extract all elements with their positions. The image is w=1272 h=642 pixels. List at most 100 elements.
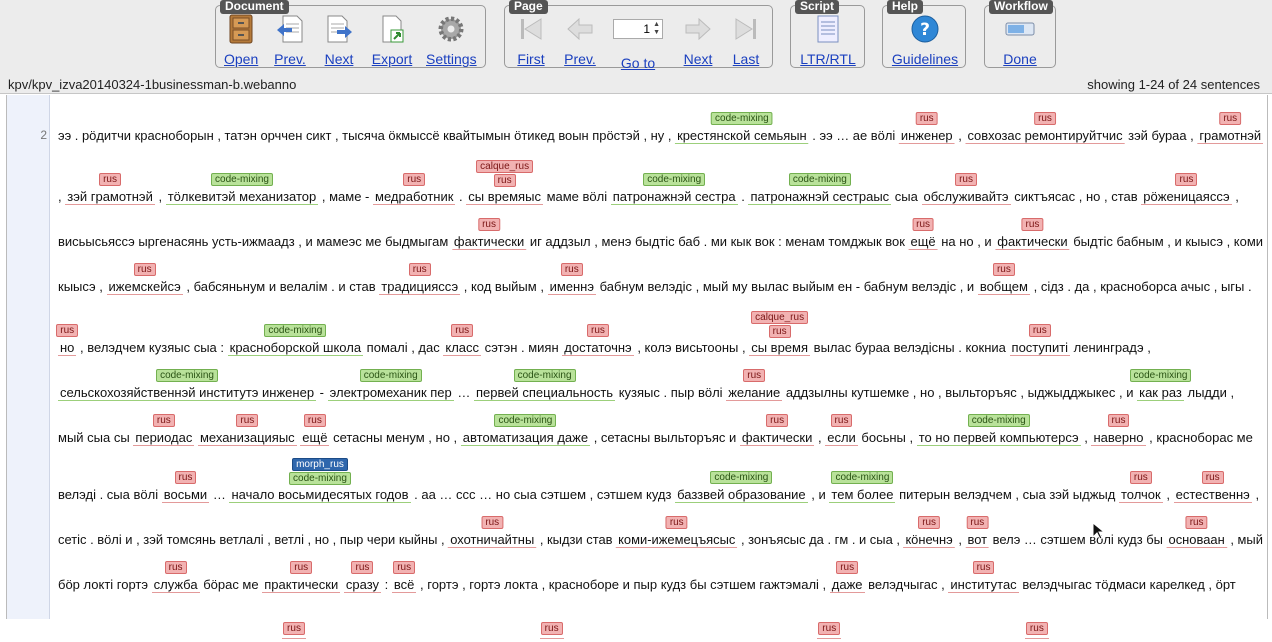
- code-mixing-label[interactable]: code-mixing: [359, 369, 422, 382]
- sentence-line[interactable]: велэдi . сыа вӧлі восьми rus … начало вос…: [58, 458, 1259, 503]
- token-text[interactable]: , мый: [1230, 532, 1263, 547]
- annotated-span[interactable]: патронажнэй сестра code-mixing: [610, 173, 738, 205]
- rus-label[interactable]: rus: [972, 561, 995, 574]
- rus-label[interactable]: rus: [560, 263, 583, 276]
- annotated-span[interactable]: сы времяыс calque_rus rus: [466, 160, 543, 205]
- annotated-span[interactable]: если rus: [825, 414, 858, 446]
- annotated-span[interactable]: поступиті rus: [1009, 324, 1071, 356]
- annotated-span[interactable]: ещё rus: [300, 414, 330, 446]
- annotated-span[interactable]: толчок rus: [1118, 471, 1163, 503]
- annotated-span[interactable]: ижемскейсэ rus: [106, 263, 183, 295]
- rus-label[interactable]: rus: [912, 218, 934, 231]
- rus-label[interactable]: rus: [1129, 471, 1152, 484]
- annotated-span[interactable]: основаан rus: [1166, 516, 1227, 548]
- token-text[interactable]: сыа: [895, 189, 918, 204]
- annotated-span[interactable]: зэй грамотнэй rus: [65, 173, 155, 205]
- token-text[interactable]: , зонъясыс да . гм . и сыа ,: [741, 532, 900, 547]
- token-text[interactable]: , кыдзи став: [540, 532, 613, 547]
- rus-label[interactable]: rus: [836, 561, 859, 574]
- rus-label[interactable]: rus: [1028, 324, 1051, 337]
- token-text[interactable]: ,: [1255, 487, 1259, 502]
- sentence-line[interactable]: сельскохозяйственнэй институтэ инженер co…: [58, 369, 1235, 401]
- token-text[interactable]: ээ . рӧдитчи красноборын , татэн орччен …: [58, 128, 671, 143]
- token-text[interactable]: лыдди ,: [1188, 385, 1235, 400]
- annotated-span[interactable]: охотничайтны rus: [448, 516, 537, 548]
- rus-label[interactable]: rus: [587, 324, 609, 337]
- token-text[interactable]: помалі , дас: [367, 340, 440, 355]
- code-mixing-label[interactable]: code-mixing: [211, 173, 273, 186]
- annotated-span[interactable]: совхозас ремонтируйтчис rus: [965, 112, 1125, 144]
- annotation-editor[interactable]: 2 ээ . рӧдитчи красноборын , татэн орчче…: [6, 95, 1268, 639]
- token-text[interactable]: аддзылны кутшемке , но , выльторъяс , ыд…: [786, 385, 1134, 400]
- annotated-span[interactable]: именнэ rus: [547, 263, 596, 295]
- calque-rus-label[interactable]: calque_rus: [476, 160, 534, 173]
- code-mixing-label[interactable]: code-mixing: [788, 173, 851, 186]
- annotated-span[interactable]: медработник rus: [373, 173, 456, 205]
- rus-label[interactable]: rus: [56, 324, 79, 337]
- token-text[interactable]: , бабсяньнум и велалім . и став: [186, 279, 375, 294]
- token-text[interactable]: , красноборас ме: [1149, 430, 1253, 445]
- annotated-span[interactable]: но rus: [56, 324, 79, 356]
- annotated-span[interactable]: электромеханик пер code-mixing: [327, 369, 454, 401]
- next-document-button[interactable]: Next: [322, 14, 356, 67]
- annotated-span[interactable]: rus: [817, 622, 842, 639]
- rus-label[interactable]: rus: [966, 516, 989, 529]
- last-page-button[interactable]: Last: [731, 14, 761, 67]
- done-button[interactable]: Done: [1001, 14, 1039, 67]
- rus-label[interactable]: rus: [1034, 112, 1056, 125]
- rus-label[interactable]: rus: [1185, 516, 1208, 529]
- rus-label[interactable]: rus: [540, 622, 563, 635]
- annotated-span[interactable]: кӧнечнэ rus: [903, 516, 955, 548]
- annotated-span[interactable]: даже rus: [829, 561, 865, 593]
- token-text[interactable]: , велэдчем кузяыс сыа :: [80, 340, 224, 355]
- rus-label[interactable]: rus: [955, 173, 977, 186]
- annotated-span[interactable]: фактически rus: [739, 414, 815, 446]
- annotated-span[interactable]: практически rus: [262, 561, 341, 593]
- rus-label[interactable]: rus: [818, 622, 841, 635]
- page-spinner-icon[interactable]: ▲ ▼: [653, 21, 660, 37]
- token-text[interactable]: , маме -: [322, 189, 370, 204]
- rus-label[interactable]: rus: [174, 471, 197, 484]
- token-text[interactable]: ленинградэ ,: [1074, 340, 1151, 355]
- token-text[interactable]: зэй бураа ,: [1128, 128, 1194, 143]
- rus-label[interactable]: rus: [478, 218, 500, 231]
- rus-label[interactable]: rus: [766, 414, 789, 427]
- token-text[interactable]: питерын велэдчем , сыа зэй ыджыд: [899, 487, 1115, 502]
- rus-label[interactable]: rus: [481, 516, 504, 529]
- token-text[interactable]: , гортэ , гортэ локта , красноборе и пыр…: [420, 577, 826, 592]
- annotated-span[interactable]: сы время calque_rus rus: [749, 311, 811, 356]
- annotated-span[interactable]: фактически rus: [451, 218, 527, 250]
- prev-page-button[interactable]: Prev.: [563, 14, 597, 67]
- prev-document-button[interactable]: Prev.: [271, 14, 309, 67]
- annotated-span[interactable]: периодас rus: [133, 414, 195, 446]
- token-text[interactable]: ,: [1084, 430, 1088, 445]
- rus-label[interactable]: rus: [918, 516, 941, 529]
- token-text[interactable]: кузяыс . пыр вӧлі: [619, 385, 723, 400]
- annotated-span[interactable]: ещё rus: [908, 218, 938, 250]
- annotated-span[interactable]: rus: [1024, 622, 1049, 639]
- annotated-span[interactable]: тем более code-mixing: [829, 471, 896, 503]
- annotated-span[interactable]: грамотнэй rus: [1197, 112, 1264, 144]
- rus-label[interactable]: rus: [1175, 173, 1198, 186]
- rus-label[interactable]: rus: [915, 112, 938, 125]
- rus-label[interactable]: rus: [665, 516, 688, 529]
- rus-label[interactable]: rus: [451, 324, 474, 337]
- annotated-span[interactable]: наверно rus: [1091, 414, 1146, 446]
- token-text[interactable]: .: [459, 189, 463, 204]
- token-text[interactable]: велэ … сэтшем вӧлі кудз бы: [993, 532, 1163, 547]
- annotated-span[interactable]: всё rus: [391, 561, 417, 593]
- annotated-span[interactable]: сразу rus: [343, 561, 382, 593]
- code-mixing-label[interactable]: code-mixing: [289, 472, 351, 485]
- code-mixing-label[interactable]: code-mixing: [967, 414, 1030, 427]
- calque-rus-label[interactable]: calque_rus: [751, 311, 809, 324]
- annotated-span[interactable]: обслуживайтэ rus: [921, 173, 1011, 205]
- rus-label[interactable]: rus: [351, 561, 374, 574]
- annotated-span[interactable]: автоматизация даже code-mixing: [460, 414, 591, 446]
- annotated-span[interactable]: начало восьмидесятых годов morph_rus code-…: [229, 458, 411, 503]
- rus-label[interactable]: rus: [99, 173, 121, 186]
- rus-label[interactable]: rus: [290, 561, 313, 574]
- goto-page-button[interactable]: Go to: [618, 55, 658, 71]
- annotated-span[interactable]: тӧлкевитэй механизатор code-mixing: [165, 173, 319, 205]
- annotated-span[interactable]: достаточнэ rus: [562, 324, 634, 356]
- annotated-span[interactable]: рӧженицаяссэ rus: [1141, 173, 1232, 205]
